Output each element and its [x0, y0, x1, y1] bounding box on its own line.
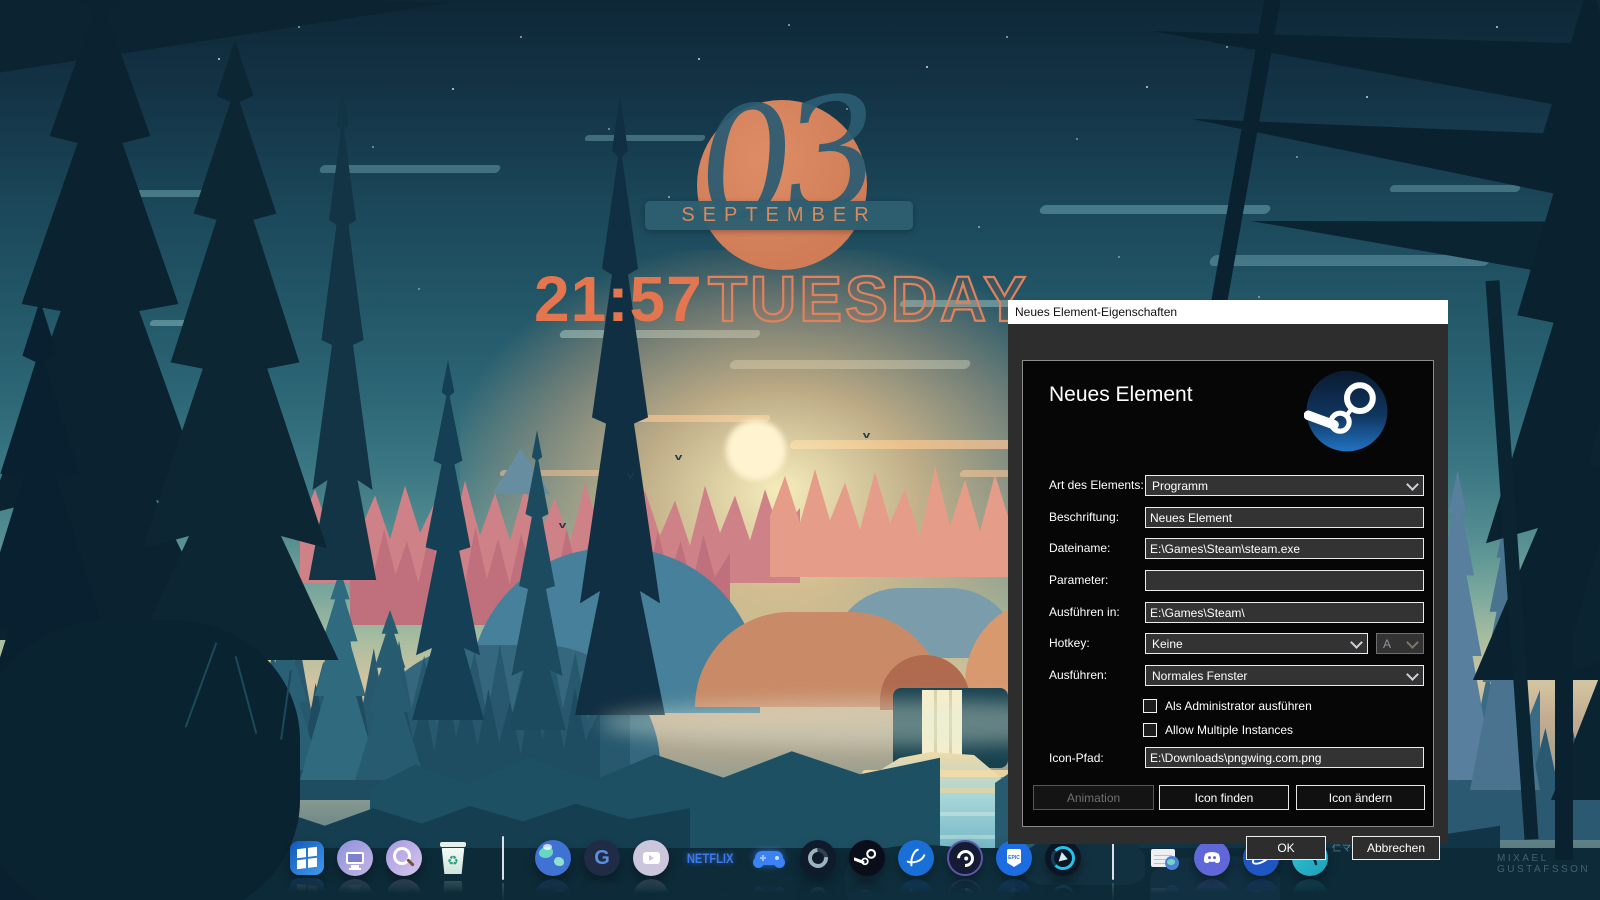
dialog-body: Neues Element Art des Elements: Programm… — [1008, 324, 1448, 844]
animation-button: Animation — [1033, 785, 1154, 810]
multi-instance-checkbox[interactable] — [1143, 723, 1157, 737]
epic-badge-icon: EPIC — [1007, 849, 1021, 867]
dock-icon-game-controller[interactable] — [751, 840, 787, 876]
dock-icon-epic-games[interactable]: EPIC — [996, 840, 1032, 876]
hotkey-value: Keine — [1152, 637, 1183, 651]
ubisoft-swirl-icon — [953, 846, 977, 870]
admin-checkbox-label: Als Administrator ausführen — [1165, 699, 1312, 713]
dialog-title: Neues Element-Eigenschaften — [1015, 305, 1177, 319]
recycle-bin-lid — [440, 842, 466, 847]
multi-instance-checkbox-label: Allow Multiple Instances — [1165, 723, 1293, 737]
artist-watermark: MIXAEL GUSTAFSSON — [1497, 853, 1600, 875]
type-value: Programm — [1152, 479, 1208, 493]
icon-change-button[interactable]: Icon ändern — [1296, 785, 1425, 810]
month-banner: SEPTEMBER — [645, 201, 913, 230]
chevron-down-icon — [1350, 636, 1363, 649]
webpage-globe-icon — [1151, 849, 1175, 867]
lens-ring-icon — [804, 844, 832, 872]
properties-dialog: Neues Element-Eigenschaften Neues Elemen… — [1008, 300, 1448, 844]
hotkey-modifier-select: A — [1376, 633, 1424, 654]
gamepad-icon — [755, 851, 783, 865]
filename-input[interactable] — [1145, 538, 1424, 559]
cancel-button[interactable]: Abbrechen — [1352, 836, 1440, 860]
youtube-play-icon — [643, 852, 660, 864]
parameter-label: Parameter: — [1049, 573, 1108, 587]
dock-icon-netflix[interactable]: NETFLIX — [682, 840, 738, 876]
filename-label: Dateiname: — [1049, 541, 1110, 555]
dock-icon-ubisoft[interactable] — [947, 840, 983, 876]
admin-checkbox[interactable] — [1143, 699, 1157, 713]
dialog-heading: Neues Element — [1049, 383, 1193, 407]
dock-icon-steam[interactable] — [849, 840, 885, 876]
caption-input[interactable] — [1145, 507, 1424, 528]
type-label: Art des Elements: — [1049, 478, 1144, 492]
ok-button[interactable]: OK — [1246, 836, 1326, 860]
dock-divider — [502, 836, 504, 880]
steam-logo-icon — [1304, 368, 1390, 454]
search-icon — [393, 847, 411, 865]
run-mode-label: Ausführen: — [1049, 668, 1107, 682]
dock-icon-recycle-bin[interactable]: ♻ — [435, 840, 471, 876]
run-in-input[interactable] — [1145, 602, 1424, 623]
icon-path-label: Icon-Pfad: — [1049, 751, 1104, 765]
windows-icon — [297, 847, 317, 869]
dock-icon-discord[interactable] — [1194, 840, 1230, 876]
discord-icon — [1202, 850, 1222, 866]
parameter-input[interactable] — [1145, 570, 1424, 591]
play-icon — [1051, 846, 1075, 870]
netflix-logo: NETFLIX — [687, 850, 734, 866]
chevron-down-icon — [1406, 478, 1419, 491]
run-mode-value: Normales Fenster — [1152, 669, 1247, 683]
dock-icon-globe-browser[interactable] — [535, 840, 571, 876]
dock-icon-search[interactable] — [386, 840, 422, 876]
chevron-down-icon — [1406, 636, 1419, 649]
dialog-panel: Neues Element Art des Elements: Programm… — [1022, 360, 1434, 827]
monitor-icon — [346, 852, 364, 864]
clock-widget: 03 SEPTEMBER 21:57 TUESDAY — [0, 0, 1600, 340]
dock-icon-lens-app[interactable] — [800, 840, 836, 876]
caption-label: Beschriftung: — [1049, 510, 1119, 524]
run-in-label: Ausführen in: — [1049, 605, 1120, 619]
hotkey-modifier-value: A — [1383, 637, 1391, 651]
google-g-icon: G — [594, 847, 610, 870]
dock-icon-my-computer[interactable] — [337, 840, 373, 876]
type-select[interactable]: Programm — [1145, 475, 1424, 496]
admin-checkbox-row: Als Administrator ausführen — [1143, 699, 1312, 713]
time-display: 21:57 — [534, 262, 703, 336]
icon-path-input[interactable] — [1145, 747, 1424, 768]
dock-icon-web-browser[interactable] — [1145, 840, 1181, 876]
dock-icon-battle-net[interactable] — [898, 840, 934, 876]
hotkey-select[interactable]: Keine — [1145, 633, 1368, 654]
dock-icon-windows-start[interactable] — [290, 841, 324, 875]
icon-find-button[interactable]: Icon finden — [1159, 785, 1289, 810]
battle-net-icon — [905, 847, 927, 869]
dock-icon-media-player[interactable] — [1045, 840, 1081, 876]
weekday-display: TUESDAY — [708, 262, 1029, 336]
run-mode-select[interactable]: Normales Fenster — [1145, 665, 1424, 686]
hotkey-label: Hotkey: — [1049, 636, 1090, 650]
dock-icon-youtube[interactable] — [633, 840, 669, 876]
multi-instance-checkbox-row: Allow Multiple Instances — [1143, 723, 1293, 737]
dialog-title-bar[interactable]: Neues Element-Eigenschaften — [1008, 300, 1448, 324]
sun — [726, 420, 786, 480]
steam-icon — [854, 845, 880, 871]
chevron-down-icon — [1406, 668, 1419, 681]
month-label: SEPTEMBER — [681, 204, 876, 227]
dock-icon-google[interactable]: G — [584, 840, 620, 876]
recycle-icon: ♻ — [441, 848, 465, 874]
